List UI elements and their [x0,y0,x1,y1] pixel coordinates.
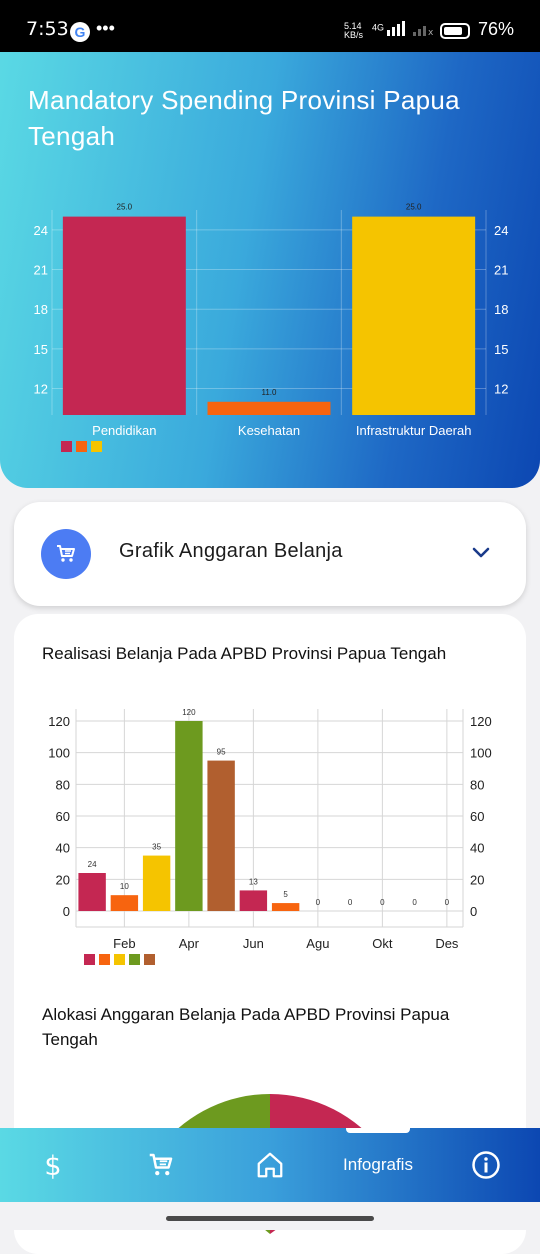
y-tick-label-right: 20 [470,872,484,887]
legend-swatch [144,954,155,965]
bar-infrastruktur-daerah [352,216,476,415]
bar-value-label: 0 [380,898,385,907]
y-tick-label-right: 12 [494,382,508,397]
hero-panel: Mandatory Spending Provinsi Papua Tengah… [0,52,540,488]
legend-swatch [76,441,87,452]
y-tick-label-left: 60 [56,809,70,824]
gesture-bar [0,1202,540,1230]
battery-percent: 76% [478,19,515,39]
nav-infografis[interactable]: Infografis [326,1128,430,1202]
bottom-nav: $ Infografis [0,1128,540,1202]
y-tick-label-left: 12 [34,382,48,397]
legend-swatch [61,441,72,452]
cart-icon [57,545,75,562]
cart-badge [41,529,91,579]
y-tick-label-left: 100 [48,746,70,761]
y-tick-label-left: 0 [63,904,70,919]
bar-value-label: 35 [152,843,161,852]
accordion-title: Grafik Anggaran Belanja [119,540,343,562]
bar-mei [207,760,235,911]
y-tick-label-left: 120 [48,714,70,729]
status-time: 7:53 [26,18,69,40]
battery-icon [440,23,470,39]
google-icon: G [70,22,90,42]
alokasi-chart-title: Alokasi Anggaran Belanja Pada APBD Provi… [42,1005,450,1049]
x-tick-label: Feb [113,936,135,951]
nav-infografis-label: Infografis [343,1155,413,1174]
bar-value-label: 24 [88,860,97,869]
legend-swatch [99,954,110,965]
legend-swatch [129,954,140,965]
bar-value-label: 120 [182,708,196,717]
legend-swatch [84,954,95,965]
nav-cart[interactable] [134,1128,188,1202]
x-tick-label: Jun [243,936,264,951]
x-tick-label: Agu [306,936,329,951]
bar-value-label: 0 [412,898,417,907]
dollar-icon: $ [44,1151,61,1180]
status-bar: 7:53 G ••• 5.14 KB/s 4G x 76% [0,0,540,52]
bar-jul [271,903,300,911]
nav-dollar[interactable]: $ [26,1128,80,1202]
signal-4g-icon: 4G x [372,21,434,38]
y-tick-label-left: 80 [56,777,70,792]
y-tick-label-right: 0 [470,904,477,919]
x-tick-label: Okt [372,936,393,951]
bar-value-label: 0 [445,898,450,907]
nav-info[interactable] [458,1128,514,1202]
y-tick-label-right: 60 [470,809,484,824]
cart-icon [149,1153,173,1176]
bar-value-label: 13 [249,877,258,886]
y-tick-label-left: 21 [34,263,48,278]
bar-value-label: 0 [348,898,353,907]
y-tick-label-right: 40 [470,841,484,856]
x-tick-label: Kesehatan [238,423,300,438]
y-tick-label-right: 120 [470,714,492,729]
bar-feb [110,895,139,911]
bar-value-label: 25.0 [406,203,422,212]
home-icon [257,1152,283,1178]
home-indicator[interactable] [166,1216,374,1221]
bar-mar [142,855,171,911]
y-tick-label-left: 40 [56,841,70,856]
chevron-down-icon[interactable] [470,542,492,564]
mandatory-spending-chart: 12 12 15 15 18 18 21 21 24 24 25.0 Pendidikan 11.0 Ke… [34,203,508,452]
y-tick-label-left: 18 [34,302,48,317]
x-tick-label: Infrastruktur Daerah [356,423,472,438]
bar-value-label: 11.0 [262,388,278,397]
legend-swatch [114,954,125,965]
svg-text:$: $ [44,1151,61,1180]
bar-jun [239,890,268,911]
net-speed: 5.14 KB/s [344,21,364,40]
y-tick-label-left: 15 [34,342,48,357]
bar-apr [175,721,203,911]
y-tick-label-right: 18 [494,302,508,317]
y-tick-label-right: 15 [494,342,508,357]
x-tick-label: Apr [179,936,200,951]
bar-pendidikan [62,216,186,415]
legend-swatch [91,441,102,452]
bar-jan [78,873,106,911]
y-tick-label-right: 80 [470,777,484,792]
y-tick-label-right: 100 [470,746,492,761]
y-tick-label-left: 20 [56,872,70,887]
bar-value-label: 10 [120,882,129,891]
svg-text:x: x [428,28,434,36]
more-notifications-icon: ••• [96,18,115,38]
bar-kesehatan [207,401,331,415]
grafik-anggaran-accordion[interactable]: Grafik Anggaran Belanja [14,502,526,606]
bar-value-label: 25.0 [117,203,133,212]
bar-value-label: 0 [316,898,321,907]
x-tick-label: Des [435,936,459,951]
bar-value-label: 95 [217,748,226,757]
info-icon [472,1151,500,1179]
y-tick-label-right: 21 [494,263,508,278]
nav-home[interactable] [242,1128,298,1202]
bar-value-label: 5 [283,890,288,899]
y-tick-label-right: 24 [494,223,508,238]
y-tick-label-left: 24 [34,223,48,238]
x-tick-label: Pendidikan [92,423,156,438]
